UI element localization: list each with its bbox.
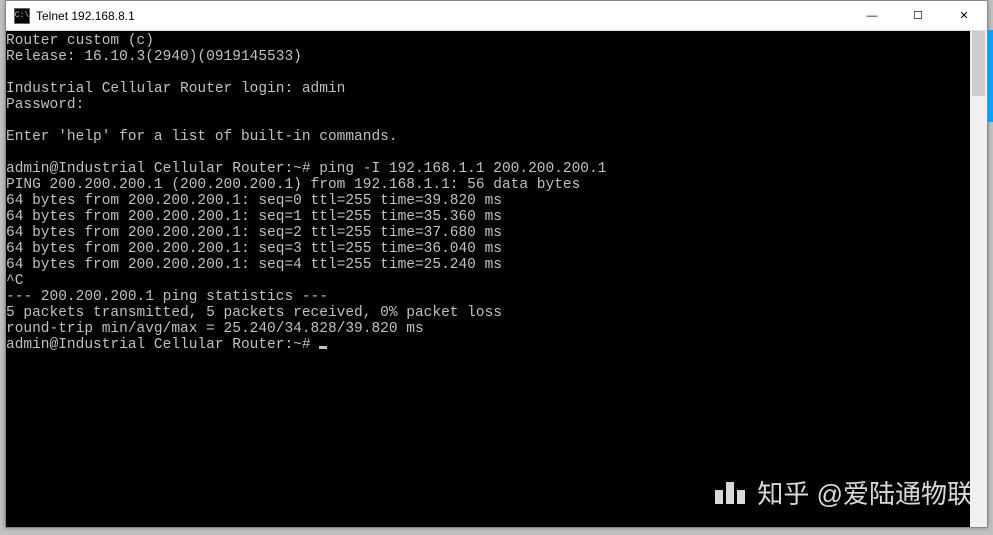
- titlebar[interactable]: C:\ Telnet 192.168.8.1 — ☐ ✕: [6, 1, 987, 31]
- right-edge-decoration: [988, 30, 993, 122]
- terminal-line: PING 200.200.200.1 (200.200.200.1) from …: [6, 177, 970, 193]
- terminal-line: Industrial Cellular Router login: admin: [6, 81, 970, 97]
- terminal-line: [6, 65, 970, 81]
- terminal-container: Router custom (c)Release: 16.10.3(2940)(…: [6, 31, 987, 527]
- terminal-line: [6, 113, 970, 129]
- terminal-line: 5 packets transmitted, 5 packets receive…: [6, 305, 970, 321]
- terminal-line: Password:: [6, 97, 970, 113]
- terminal-cursor: [319, 346, 327, 349]
- cmd-icon: C:\: [14, 8, 30, 24]
- terminal-output[interactable]: Router custom (c)Release: 16.10.3(2940)(…: [6, 31, 970, 527]
- terminal-line: 64 bytes from 200.200.200.1: seq=4 ttl=2…: [6, 257, 970, 273]
- telnet-window: C:\ Telnet 192.168.8.1 — ☐ ✕ Router cust…: [5, 0, 988, 528]
- terminal-line: 64 bytes from 200.200.200.1: seq=1 ttl=2…: [6, 209, 970, 225]
- scrollbar-thumb[interactable]: [972, 31, 985, 96]
- terminal-line: 64 bytes from 200.200.200.1: seq=3 ttl=2…: [6, 241, 970, 257]
- terminal-line: round-trip min/avg/max = 25.240/34.828/3…: [6, 321, 970, 337]
- terminal-line: 64 bytes from 200.200.200.1: seq=2 ttl=2…: [6, 225, 970, 241]
- terminal-line: [6, 145, 970, 161]
- terminal-line: Release: 16.10.3(2940)(0919145533): [6, 49, 970, 65]
- terminal-line: admin@Industrial Cellular Router:~# ping…: [6, 161, 970, 177]
- minimize-button[interactable]: —: [849, 1, 895, 30]
- scrollbar[interactable]: [970, 31, 987, 527]
- terminal-line: 64 bytes from 200.200.200.1: seq=0 ttl=2…: [6, 193, 970, 209]
- maximize-button[interactable]: ☐: [895, 1, 941, 30]
- terminal-line: admin@Industrial Cellular Router:~#: [6, 337, 970, 353]
- window-title: Telnet 192.168.8.1: [36, 9, 849, 23]
- terminal-line: ^C: [6, 273, 970, 289]
- terminal-line: --- 200.200.200.1 ping statistics ---: [6, 289, 970, 305]
- window-controls: — ☐ ✕: [849, 1, 987, 30]
- close-button[interactable]: ✕: [941, 1, 987, 30]
- terminal-line: Router custom (c): [6, 33, 970, 49]
- terminal-line: Enter 'help' for a list of built-in comm…: [6, 129, 970, 145]
